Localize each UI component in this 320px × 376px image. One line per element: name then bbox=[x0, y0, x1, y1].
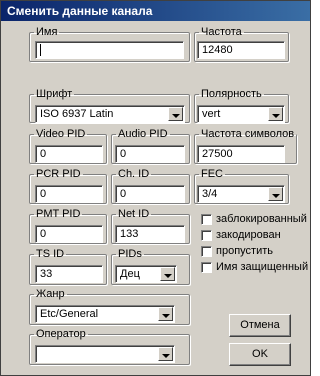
video-pid-input[interactable]: 0 bbox=[35, 145, 103, 163]
skip-label: пропустить bbox=[216, 245, 273, 258]
ch-id-label: Ch. ID bbox=[118, 168, 150, 180]
frequency-label: Частота bbox=[201, 26, 242, 38]
encrypted-checkbox[interactable] bbox=[201, 229, 212, 241]
ch-id-input[interactable]: 0 bbox=[115, 185, 185, 203]
chevron-down-icon[interactable] bbox=[158, 347, 173, 361]
chevron-down-icon[interactable] bbox=[160, 267, 175, 281]
pmt-pid-label: PMT PID bbox=[36, 208, 81, 220]
operator-label: Оператор bbox=[36, 328, 86, 340]
ok-button[interactable]: OK bbox=[229, 343, 291, 366]
fec-select[interactable]: 3/4 bbox=[197, 185, 285, 203]
font-label: Шрифт bbox=[36, 88, 73, 100]
symbol-rate-input[interactable]: 27500 bbox=[197, 145, 285, 163]
polarity-select[interactable]: vert bbox=[197, 105, 285, 123]
locked-checkbox-row[interactable]: заблокированный bbox=[201, 213, 307, 227]
chevron-down-icon[interactable] bbox=[158, 307, 173, 321]
pcr-pid-input[interactable]: 0 bbox=[35, 185, 103, 203]
chevron-down-icon[interactable] bbox=[268, 107, 283, 121]
pids-label: PIDs bbox=[118, 248, 142, 260]
skip-checkbox-row[interactable]: пропустить bbox=[201, 245, 273, 259]
net-id-input[interactable]: 133 bbox=[115, 225, 185, 243]
audio-pid-input[interactable]: 0 bbox=[115, 145, 185, 163]
chevron-down-icon[interactable] bbox=[168, 107, 183, 121]
pids-select[interactable]: Дец bbox=[115, 265, 177, 283]
ts-id-input[interactable]: 33 bbox=[35, 265, 103, 283]
text-caret bbox=[40, 44, 41, 57]
video-pid-label: Video PID bbox=[36, 128, 86, 140]
skip-checkbox[interactable] bbox=[201, 245, 212, 257]
change-channel-dialog: Сменить данные канала Имя Частота 12480 … bbox=[0, 0, 311, 376]
name-protected-label: Имя защищенный bbox=[216, 261, 309, 274]
frequency-input[interactable]: 12480 bbox=[197, 41, 285, 59]
name-protected-checkbox[interactable] bbox=[201, 261, 212, 273]
net-id-label: Net ID bbox=[118, 208, 150, 220]
encrypted-label: закодирован bbox=[216, 229, 281, 242]
name-protected-checkbox-row[interactable]: Имя защищенный bbox=[201, 261, 308, 275]
cancel-button[interactable]: Отмена bbox=[229, 314, 291, 337]
locked-checkbox[interactable] bbox=[201, 213, 212, 225]
chevron-down-icon[interactable] bbox=[268, 187, 283, 201]
encrypted-checkbox-row[interactable]: закодирован bbox=[201, 229, 281, 243]
name-label: Имя bbox=[36, 26, 58, 38]
locked-label: заблокированный bbox=[216, 213, 307, 226]
operator-select[interactable] bbox=[35, 345, 175, 363]
font-select[interactable]: ISO 6937 Latin bbox=[35, 105, 185, 123]
pcr-pid-label: PCR PID bbox=[36, 168, 81, 180]
fec-label: FEC bbox=[201, 168, 223, 180]
pmt-pid-input[interactable]: 0 bbox=[35, 225, 103, 243]
symbol-rate-label: Частота символов bbox=[201, 128, 295, 140]
dialog-title: Сменить данные канала bbox=[1, 1, 310, 21]
audio-pid-label: Audio PID bbox=[118, 128, 168, 140]
ts-id-label: TS ID bbox=[36, 248, 65, 260]
genre-select[interactable]: Etc/General bbox=[35, 305, 175, 323]
genre-label: Жанр bbox=[36, 288, 65, 300]
name-input[interactable] bbox=[35, 41, 184, 59]
polarity-label: Полярность bbox=[201, 88, 262, 100]
